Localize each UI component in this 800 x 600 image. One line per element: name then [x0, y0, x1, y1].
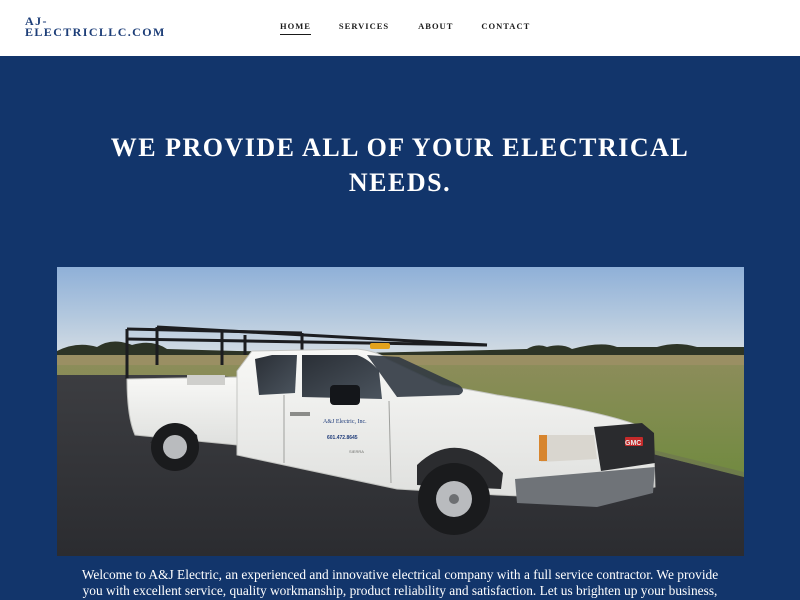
site-header: AJ- ELECTRICLLC.COM HOME SERVICES ABOUT … [0, 0, 800, 56]
truck-door-decal-phone: 601.472.8645 [327, 435, 358, 441]
truck-grille-brand: GMC [625, 440, 641, 447]
hero-headline-line-2: NEEDS. [348, 168, 452, 197]
nav-contact[interactable]: CONTACT [481, 21, 530, 35]
site-logo[interactable]: AJ- ELECTRICLLC.COM [25, 15, 195, 39]
page: AJ- ELECTRICLLC.COM HOME SERVICES ABOUT … [0, 0, 800, 600]
hero-truck-photo: A&J Electric, Inc. 601.472.8645 GMC SIER… [57, 267, 744, 556]
intro-paragraph: Welcome to A&J Electric, an experienced … [0, 567, 800, 599]
logo-line-2: ELECTRICLLC.COM [25, 25, 166, 39]
hero-headline-line-1: WE PROVIDE ALL OF YOUR ELECTRICAL [110, 133, 690, 162]
truck-badge: SIERRA [349, 449, 364, 454]
nav-about[interactable]: ABOUT [418, 21, 453, 35]
intro-line-1: Welcome to A&J Electric, an experienced … [81, 567, 719, 582]
nav-services[interactable]: SERVICES [339, 21, 389, 35]
main-nav: HOME SERVICES ABOUT CONTACT [280, 21, 530, 35]
hero-headline: WE PROVIDE ALL OF YOUR ELECTRICAL NEEDS. [0, 130, 800, 200]
nav-home[interactable]: HOME [280, 21, 311, 35]
truck-door-decal-name: A&J Electric, Inc. [323, 419, 367, 425]
intro-line-2: you with excellent service, quality work… [82, 583, 718, 598]
